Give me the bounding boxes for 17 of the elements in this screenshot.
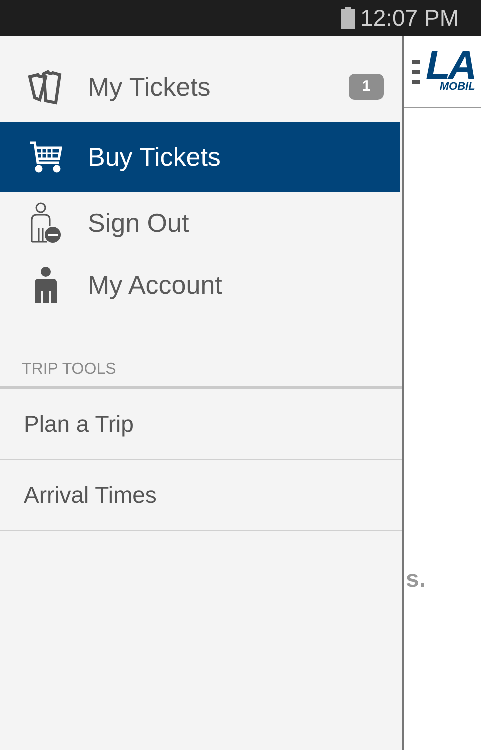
drawer-item[interactable]: My Tickets 1: [0, 52, 402, 122]
cart-icon: [28, 139, 64, 175]
drawer-item[interactable]: Arrival Times: [0, 460, 402, 531]
battery-icon: [340, 7, 355, 29]
menu-icon[interactable]: [412, 60, 420, 84]
person-icon: [34, 267, 58, 303]
partial-text: s.: [406, 566, 426, 593]
drawer-item[interactable]: My Account: [0, 254, 402, 316]
clock-time: 12:07 PM: [360, 4, 459, 33]
logo-subtitle: MOBIL: [440, 82, 476, 93]
count-badge: 1: [349, 74, 384, 100]
section-header: TRIP TOOLS: [22, 361, 116, 378]
logo: LA: [426, 50, 476, 82]
drawer-item[interactable]: Buy Tickets: [0, 122, 400, 192]
drawer-item[interactable]: Plan a Trip: [0, 389, 402, 460]
person-minus-icon: [29, 202, 63, 244]
drawer-item[interactable]: Sign Out: [0, 192, 402, 254]
